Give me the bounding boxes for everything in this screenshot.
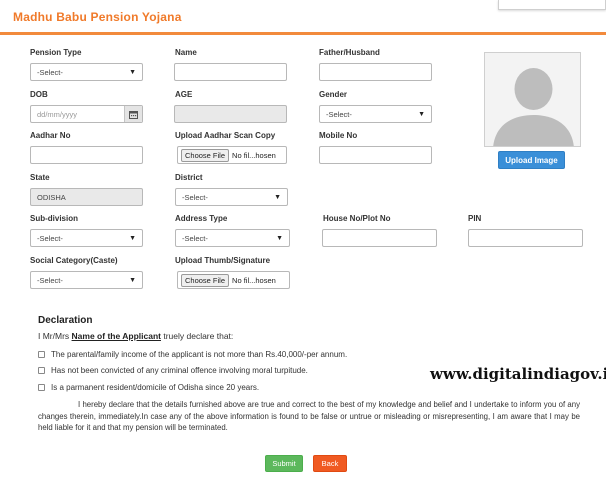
- father-husband-input[interactable]: [319, 63, 432, 81]
- declaration-intro-suffix: truely declare that:: [163, 331, 234, 341]
- applicant-name-placeholder: Name of the Applicant: [71, 331, 161, 341]
- chevron-down-icon: ▼: [418, 110, 425, 118]
- pension-type-value: -Select-: [37, 67, 63, 77]
- declaration-paragraph: I hereby declare that the details furnis…: [38, 400, 580, 433]
- avatar-placeholder-icon: [485, 53, 580, 146]
- address-type-select[interactable]: -Select- ▼: [175, 229, 290, 247]
- aadhar-scan-label: Upload Aadhar Scan Copy: [175, 131, 276, 140]
- chevron-down-icon: ▼: [129, 68, 136, 76]
- pin-label: PIN: [468, 214, 482, 223]
- district-select[interactable]: -Select- ▼: [175, 188, 288, 206]
- social-category-select[interactable]: -Select- ▼: [30, 271, 143, 289]
- declaration-checkbox-resident[interactable]: [38, 384, 45, 391]
- declaration-item: The parental/family income of the applic…: [38, 350, 347, 359]
- father-husband-label: Father/Husband: [319, 48, 380, 57]
- chevron-down-icon: ▼: [274, 193, 281, 201]
- declaration-title: Declaration: [38, 315, 93, 326]
- aadhar-no-input[interactable]: [30, 146, 143, 164]
- address-type-label: Address Type: [175, 214, 228, 223]
- declaration-item: Is a parmanent resident/domicile of Odis…: [38, 383, 259, 392]
- declaration-intro: I Mr/Mrs Name of the Applicant truely de…: [38, 331, 233, 341]
- pension-type-label: Pension Type: [30, 48, 82, 57]
- dob-label: DOB: [30, 90, 48, 99]
- social-category-value: -Select-: [37, 275, 63, 285]
- gender-value: -Select-: [326, 109, 352, 119]
- sub-division-label: Sub-division: [30, 214, 78, 223]
- aadhar-file-status: No fil...hosen: [232, 150, 276, 160]
- sub-division-select[interactable]: -Select- ▼: [30, 229, 143, 247]
- thumb-signature-file-input[interactable]: Choose File No fil...hosen: [177, 271, 290, 289]
- gender-label: Gender: [319, 90, 348, 99]
- declaration-item: Has not been convicted of any criminal o…: [38, 366, 308, 375]
- state-label: State: [30, 173, 50, 182]
- page-header: Madhu Babu Pension Yojana: [0, 0, 606, 36]
- page-title: Madhu Babu Pension Yojana: [13, 10, 182, 24]
- aadhar-scan-file-input[interactable]: Choose File No fil...hosen: [177, 146, 287, 164]
- photo-preview: [484, 52, 581, 147]
- pension-type-select[interactable]: -Select- ▼: [30, 63, 143, 81]
- thumb-file-status: No fil...hosen: [232, 275, 276, 285]
- social-category-label: Social Category(Caste): [30, 256, 118, 265]
- age-label: AGE: [175, 90, 193, 99]
- declaration-item-text: The parental/family income of the applic…: [51, 350, 348, 359]
- pin-input[interactable]: [468, 229, 583, 247]
- dob-input[interactable]: dd/mm/yyyy: [30, 105, 143, 123]
- state-input: ODISHA: [30, 188, 143, 206]
- chevron-down-icon: ▼: [129, 234, 136, 242]
- declaration-item-text: Has not been convicted of any criminal o…: [51, 366, 308, 375]
- aadhar-no-label: Aadhar No: [30, 131, 71, 140]
- mobile-no-input[interactable]: [319, 146, 432, 164]
- submit-button[interactable]: Submit: [265, 455, 303, 472]
- age-input: [174, 105, 287, 123]
- thumb-choose-file-button[interactable]: Choose File: [181, 273, 230, 287]
- header-corner-box: [498, 0, 606, 10]
- thumb-signature-label: Upload Thumb/Signature: [175, 256, 271, 265]
- declaration-intro-prefix: I Mr/Mrs: [38, 331, 70, 341]
- chevron-down-icon: ▼: [129, 276, 136, 284]
- mobile-no-label: Mobile No: [319, 131, 358, 140]
- address-type-value: -Select-: [182, 233, 208, 243]
- aadhar-choose-file-button[interactable]: Choose File: [181, 148, 230, 162]
- upload-image-button[interactable]: Upload Image: [498, 151, 565, 169]
- header-divider: [0, 32, 606, 35]
- declaration-checkbox-criminal[interactable]: [38, 367, 45, 374]
- house-no-label: House No/Plot No: [323, 214, 391, 223]
- sub-division-value: -Select-: [37, 233, 63, 243]
- site-watermark: www.digitalindiagov.in: [430, 365, 606, 383]
- dob-placeholder: dd/mm/yyyy: [37, 109, 78, 119]
- declaration-checkbox-income[interactable]: [38, 351, 45, 358]
- name-label: Name: [175, 48, 197, 57]
- district-value: -Select-: [182, 192, 208, 202]
- chevron-down-icon: ▼: [276, 234, 283, 242]
- back-button[interactable]: Back: [313, 455, 347, 472]
- calendar-icon[interactable]: [124, 106, 142, 122]
- gender-select[interactable]: -Select- ▼: [319, 105, 432, 123]
- house-no-input[interactable]: [322, 229, 437, 247]
- name-input[interactable]: [174, 63, 287, 81]
- district-label: District: [175, 173, 203, 182]
- declaration-item-text: Is a parmanent resident/domicile of Odis…: [51, 383, 260, 392]
